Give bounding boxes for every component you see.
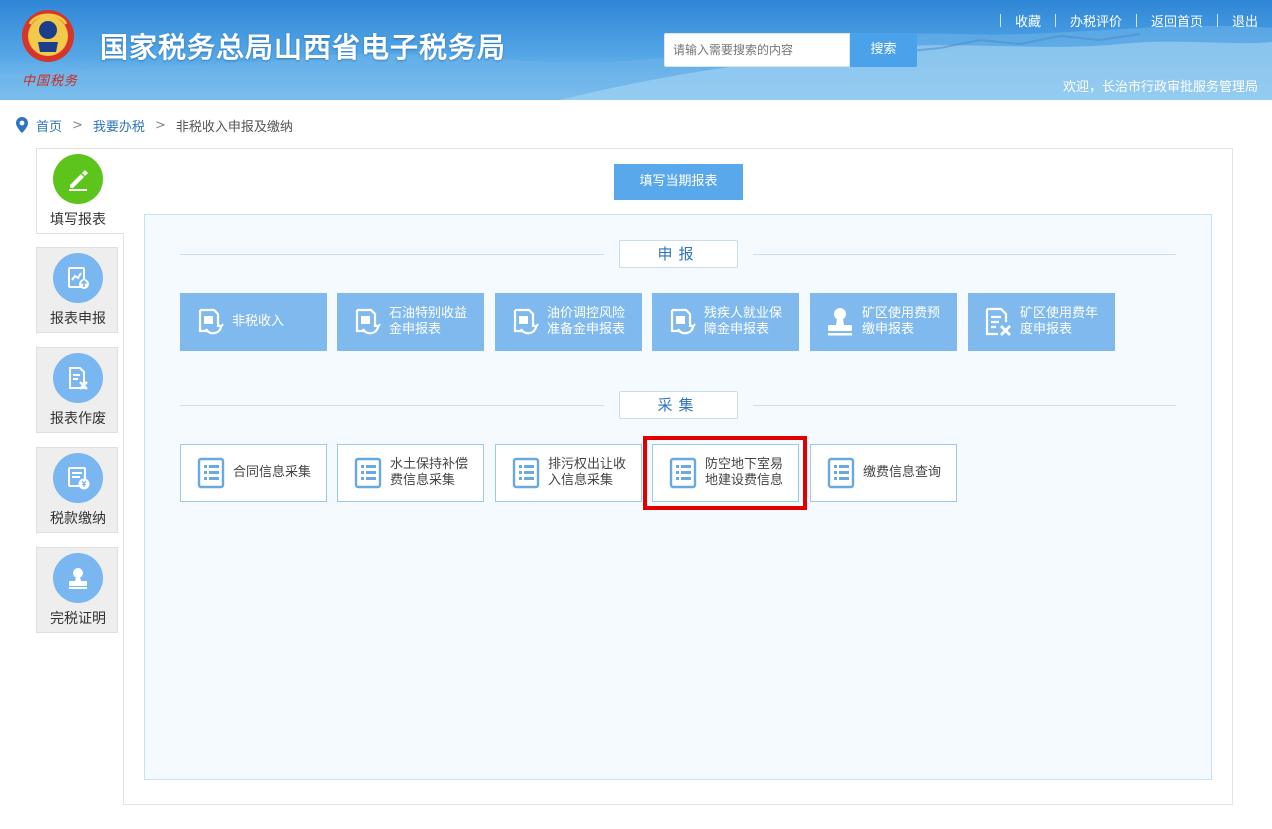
top-links: 收藏 办税评价 返回首页 退出 (986, 11, 1258, 30)
sidebar-item-label: 报表申报 (50, 311, 106, 327)
tile-label: 非税收入 (232, 314, 285, 329)
section-divider (180, 254, 604, 255)
breadcrumb: 首页 > 我要办税 > 非税收入申报及缴纳 (16, 116, 293, 135)
sidebar-item-report-void[interactable]: 报表作废 (36, 347, 118, 433)
tile-label: 合同信息采集 (233, 465, 312, 480)
section-divider (753, 405, 1176, 406)
breadcrumb-tax-handling[interactable]: 我要办税 (93, 116, 145, 135)
stamp-icon (820, 304, 860, 340)
tile-label: 残疾人就业保障金申报表 (704, 306, 783, 337)
link-separator (999, 13, 1001, 27)
pencil-icon (69, 170, 88, 191)
breadcrumb-current: 非税收入申报及缴纳 (175, 119, 293, 135)
stamp-icon (69, 568, 87, 589)
declare-doc-icon (662, 304, 702, 340)
section-divider (753, 254, 1176, 255)
list-doc-icon (506, 455, 546, 491)
tile-emission-rights-collect[interactable]: 排污权出让收入信息采集 (495, 444, 642, 502)
tile-label: 缴费信息查询 (863, 465, 942, 480)
tile-label: 排污权出让收入信息采集 (548, 457, 627, 488)
declare-doc-icon (347, 304, 387, 340)
declare-section-title: 申报 (619, 240, 738, 268)
link-separator (1216, 13, 1218, 27)
tile-label: 矿区使用费预缴申报表 (862, 306, 941, 337)
declare-doc-icon (190, 304, 230, 340)
tile-label: 油价调控风险准备金申报表 (547, 306, 626, 337)
site-header: 中国税务 国家税务总局山西省电子税务局 搜索 收藏 办税评价 返回首页 退出 欢… (0, 0, 1272, 100)
tile-oil-price-risk-reserve[interactable]: 油价调控风险准备金申报表 (495, 293, 642, 351)
tile-non-tax-income[interactable]: 非税收入 (180, 293, 327, 351)
logo-text: 中国税务 (22, 74, 79, 89)
tile-label: 矿区使用费年度申报表 (1020, 306, 1099, 337)
sidebar-item-label: 报表作废 (50, 411, 106, 427)
tile-mining-fee-annual[interactable]: 矿区使用费年度申报表 (968, 293, 1115, 351)
site-title: 国家税务总局山西省电子税务局 (100, 31, 507, 64)
sidebar-icon-circle (53, 553, 103, 603)
breadcrumb-separator: > (72, 117, 83, 133)
search-input[interactable] (664, 33, 850, 67)
breadcrumb-separator: > (154, 117, 166, 133)
home-link[interactable]: 返回首页 (1151, 11, 1203, 30)
sidebar-icon-circle (53, 253, 103, 303)
doc-cancel-icon (978, 304, 1018, 340)
report-upload-icon (68, 267, 89, 289)
sidebar-item-tax-certificate[interactable]: 完税证明 (36, 547, 118, 633)
tile-soil-water-fee-collect[interactable]: 水土保持补偿费信息采集 (337, 444, 484, 502)
tax-payment-icon (68, 467, 90, 490)
tile-petroleum-special-income[interactable]: 石油特别收益金申报表 (337, 293, 484, 351)
favorite-link[interactable]: 收藏 (1015, 11, 1041, 30)
breadcrumb-home[interactable]: 首页 (36, 116, 62, 135)
location-pin-icon (16, 117, 28, 133)
tile-disability-employment-fund[interactable]: 残疾人就业保障金申报表 (652, 293, 799, 351)
link-separator (1135, 13, 1137, 27)
list-doc-icon (348, 455, 388, 491)
report-void-icon (69, 367, 88, 390)
highlight-annotation-box (643, 436, 807, 510)
welcome-text: 欢迎，长治市行政审批服务管理局 (1062, 80, 1258, 95)
tile-mining-fee-prepay[interactable]: 矿区使用费预缴申报表 (810, 293, 957, 351)
tile-label: 石油特别收益金申报表 (389, 306, 468, 337)
sidebar-item-label: 完税证明 (50, 611, 106, 627)
fill-current-report-button[interactable]: 填写当期报表 (614, 164, 743, 200)
tile-contract-info-collect[interactable]: 合同信息采集 (180, 444, 327, 502)
tax-emblem-logo[interactable]: 中国税务 (16, 6, 80, 92)
collect-section-title: 采集 (619, 391, 738, 419)
tile-label: 水土保持补偿费信息采集 (390, 457, 469, 488)
list-doc-icon (821, 455, 861, 491)
sidebar-item-label: 税款缴纳 (50, 511, 106, 527)
list-doc-icon (191, 455, 231, 491)
tile-payment-info-query[interactable]: 缴费信息查询 (810, 444, 957, 502)
sidebar-icon-circle (53, 453, 103, 503)
sidebar-item-report-declare[interactable]: 报表申报 (36, 247, 118, 333)
sidebar-item-tax-payment[interactable]: 税款缴纳 (36, 447, 118, 533)
sidebar-icon-circle (53, 154, 103, 204)
sidebar-item-label: 填写报表 (50, 212, 106, 228)
sidebar-icon-circle (53, 353, 103, 403)
section-divider (180, 405, 604, 406)
declare-doc-icon (505, 304, 545, 340)
logout-link[interactable]: 退出 (1232, 11, 1258, 30)
search-button[interactable]: 搜索 (850, 33, 917, 67)
evaluation-link[interactable]: 办税评价 (1070, 11, 1122, 30)
sidebar-item-fill-report[interactable]: 填写报表 (36, 148, 124, 234)
link-separator (1054, 13, 1056, 27)
